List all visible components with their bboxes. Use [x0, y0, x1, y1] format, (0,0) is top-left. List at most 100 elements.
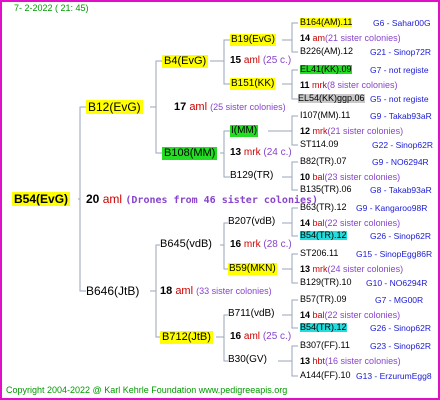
gen4-info-6: G22 - Sinop62R	[372, 140, 433, 150]
gen4-info-2: G21 - Sinop72R	[370, 47, 431, 57]
gen4-queen-16[interactable]: A144(FF).10	[300, 371, 351, 380]
gen4-info-3: G7 - not registe	[370, 65, 429, 75]
gen2-count-1: 15	[230, 55, 242, 66]
gen4-queen-12[interactable]: B129(TR).10	[300, 278, 352, 287]
gen3-drones-4: 10 bal(23 sister colonies)	[300, 173, 400, 182]
gen3-drones-2: 11 mrk(8 sister colonies)	[300, 81, 398, 90]
gen3-queen-5[interactable]: B207(vdB)	[228, 217, 275, 227]
gen2-queen-4[interactable]: B712(JtB)	[160, 331, 213, 344]
gen2-type-2: mrk	[243, 147, 261, 158]
gen3-count-5: 14	[300, 218, 311, 228]
gen3-note-1: (21 sister colonies)	[325, 33, 401, 43]
gen4-info-10: G26 - Sinop62R	[370, 231, 431, 241]
gen3-drones-8: 13 hbt(16 sister colonies)	[300, 357, 401, 366]
gen2-info-2: 13 mrk (24 c.)	[230, 148, 292, 158]
gen3-drones-7: 14 bal(22 sister colonies)	[300, 311, 400, 320]
copyright-footer: Copyright 2004-2022 @ Karl Kehrle Founda…	[6, 385, 288, 395]
gen1-queen-1[interactable]: B12(EvG)	[86, 100, 143, 114]
gen3-type-7: bal	[312, 310, 325, 320]
gen2-count-3: 16	[230, 239, 242, 250]
gen2-info-3: 16 mrk (28 c.)	[230, 240, 292, 250]
gen3-note-6: (24 sister colonies)	[327, 264, 404, 274]
gen3-type-1: am	[312, 33, 326, 43]
gen2-count-2: 13	[230, 147, 242, 158]
gen4-info-8: G8 - Takab93aR	[370, 185, 432, 195]
gen3-note-4: (23 sister colonies)	[324, 172, 401, 182]
gen4-info-13: G7 - MG00R	[375, 295, 424, 305]
gen4-queen-7[interactable]: B82(TR).07	[300, 157, 347, 166]
gen3-queen-2[interactable]: B151(KK)	[230, 78, 276, 90]
gen4-info-7: G9 - NO6294R	[372, 157, 429, 167]
gen1-info-1: 17 aml (25 sister colonies)	[174, 102, 286, 113]
gen4-queen-15[interactable]: B307(FF).11	[300, 341, 350, 350]
root-drone-info: 20 aml (Drones from 46 sister colonies)	[86, 193, 318, 206]
gen2-queen-3[interactable]: B645(vdB)	[160, 239, 212, 250]
gen4-queen-5[interactable]: I107(MM).11	[300, 111, 350, 120]
gen2-note-1: (25 c.)	[262, 55, 292, 66]
root-queen[interactable]: B54(EvG)	[12, 192, 71, 206]
gen4-queen-10[interactable]: B54(TR).12	[300, 231, 347, 240]
gen3-count-3: 12	[300, 126, 311, 136]
gen2-note-3: (28 c.)	[263, 239, 292, 250]
gen3-count-1: 14	[300, 33, 311, 43]
gen3-count-4: 10	[300, 172, 311, 182]
gen4-queen-8[interactable]: B135(TR).06	[300, 185, 352, 194]
root-count: 20	[86, 192, 100, 206]
gen3-note-2: (8 sister colonies)	[327, 80, 398, 90]
gen4-info-1: G6 - Sahar00G	[373, 18, 431, 28]
gen3-note-3: (21 sister colonies)	[327, 126, 404, 136]
gen2-note-2: (24 c.)	[263, 147, 292, 158]
gen3-type-4: bal	[312, 172, 325, 182]
gen4-info-5: G9 - Takab93aR	[370, 111, 432, 121]
gen3-type-5: bal	[312, 218, 325, 228]
gen3-count-6: 13	[300, 264, 311, 274]
root-note: (Drones from 46 sister colonies)	[125, 195, 319, 206]
gen3-queen-8[interactable]: B30(GV)	[228, 355, 267, 365]
gen4-info-12: G10 - NO6294R	[366, 278, 428, 288]
gen2-count-4: 16	[230, 331, 242, 342]
gen4-queen-9[interactable]: B63(TR).12	[300, 203, 347, 212]
gen4-info-16: G13 - ErzurumEgg8	[356, 371, 432, 381]
gen1-note-1: (25 sister colonies)	[210, 102, 286, 112]
gen4-info-9: G9 - Kangaroo98R	[356, 203, 428, 213]
gen2-info-1: 15 aml (25 c.)	[230, 56, 291, 66]
gen4-queen-4[interactable]: EL54(KK)ggp.06	[298, 94, 365, 103]
gen3-queen-6[interactable]: B59(MKN)	[228, 263, 277, 275]
gen2-queen-1[interactable]: B4(EvG)	[162, 55, 209, 68]
gen4-queen-3[interactable]: EL41(KK).09	[300, 65, 352, 74]
gen2-note-4: (25 c.)	[262, 331, 292, 342]
gen4-queen-14[interactable]: B54(TR).12	[300, 323, 347, 332]
gen1-type-1: aml	[189, 101, 208, 113]
gen2-info-4: 16 aml (25 c.)	[230, 332, 291, 342]
gen4-queen-1[interactable]: B164(AM).11	[300, 18, 353, 27]
gen3-drones-3: 12 mrk(21 sister colonies)	[300, 127, 403, 136]
gen3-type-3: mrk	[312, 126, 328, 136]
gen1-info-2: 18 aml (33 sister colonies)	[160, 286, 272, 297]
gen4-info-11: G15 - SinopEgg86R	[356, 249, 433, 259]
gen3-note-5: (22 sister colonies)	[324, 218, 401, 228]
gen3-drones-6: 13 mrk(24 sister colonies)	[300, 265, 403, 274]
gen1-note-2: (33 sister colonies)	[196, 286, 272, 296]
gen4-queen-6[interactable]: ST114.09	[300, 140, 338, 149]
gen3-note-8: (16 sister colonies)	[325, 356, 401, 366]
gen1-count-2: 18	[160, 285, 173, 297]
gen2-queen-2[interactable]: B108(MM)	[162, 147, 218, 160]
gen3-queen-4[interactable]: B129(TR)	[230, 171, 273, 181]
gen2-type-4: aml	[243, 331, 261, 342]
gen3-count-2: 11	[300, 80, 310, 90]
gen4-info-15: G23 - Sinop62R	[370, 341, 431, 351]
gen4-queen-11[interactable]: ST206.11	[300, 249, 338, 258]
gen4-info-4: G5 - not registe	[370, 94, 429, 104]
gen3-type-6: mrk	[312, 264, 328, 274]
gen3-queen-7[interactable]: B711(vdB)	[228, 309, 275, 319]
gen3-drones-5: 14 bal(22 sister colonies)	[300, 219, 400, 228]
root-type: aml	[102, 192, 123, 206]
gen1-queen-2[interactable]: B646(JtB)	[86, 285, 139, 297]
gen4-queen-2[interactable]: B226(AM).12	[300, 47, 353, 56]
gen3-queen-1[interactable]: B19(EvG)	[230, 34, 276, 46]
gen3-count-8: 13	[300, 356, 311, 366]
gen4-queen-13[interactable]: B57(TR).09	[300, 295, 347, 304]
gen1-count-1: 17	[174, 101, 187, 113]
gen2-type-3: mrk	[243, 239, 261, 250]
gen3-queen-3[interactable]: I(MM)	[230, 125, 259, 137]
